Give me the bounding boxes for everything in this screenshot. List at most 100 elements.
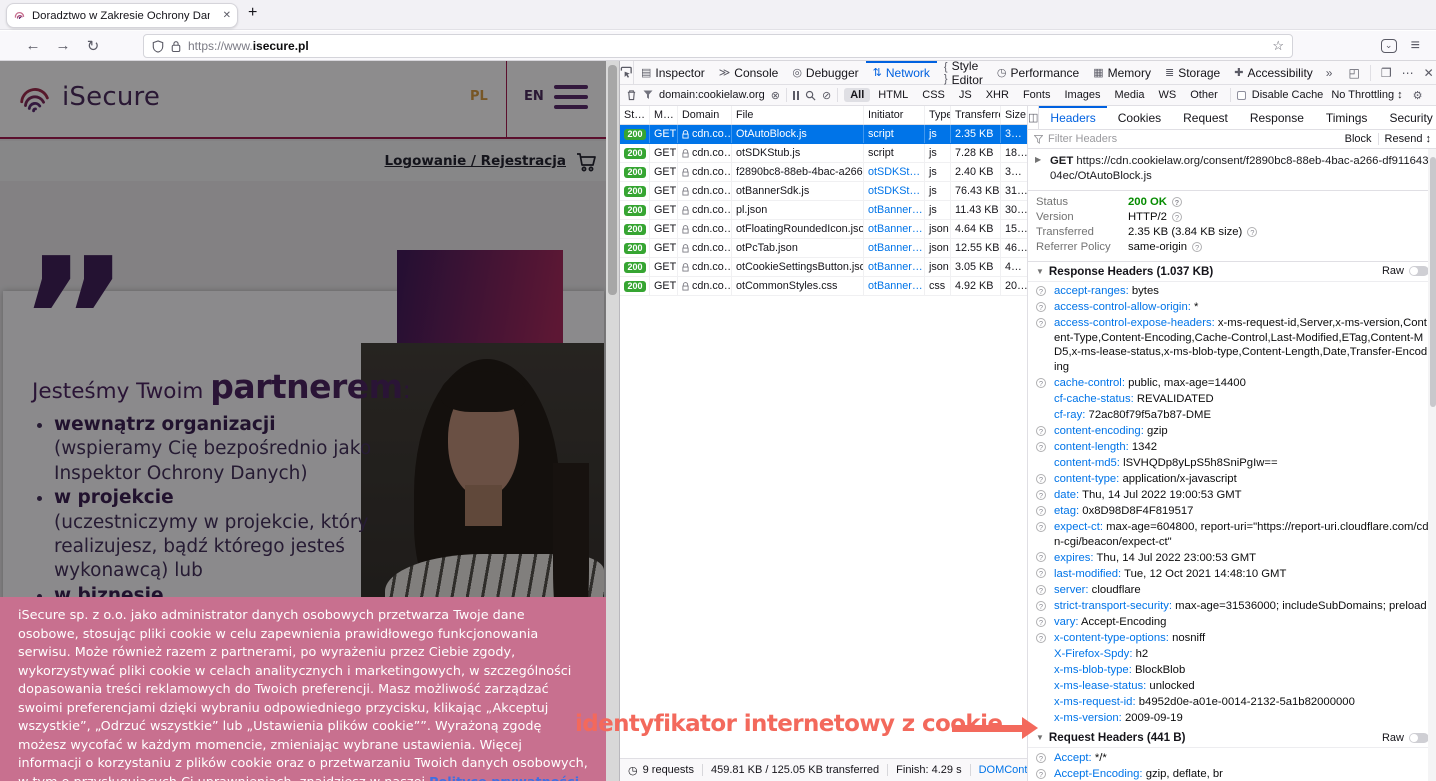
tab-debugger[interactable]: ◎Debugger [785, 61, 865, 84]
network-settings-gear-icon[interactable]: ⚙ [1413, 89, 1423, 102]
header-help-icon[interactable]: ? [1036, 426, 1046, 436]
raw-toggle[interactable] [1409, 266, 1429, 276]
privacy-policy-link[interactable]: Polityce prywatności [429, 775, 579, 781]
scrollbar-thumb[interactable] [608, 65, 617, 295]
header-help-icon[interactable]: ? [1036, 753, 1046, 763]
header-row[interactable]: ?X-Firefox-Spdyh2 [1028, 646, 1436, 662]
header-help-icon[interactable]: ? [1036, 474, 1046, 484]
header-help-icon[interactable]: ? [1036, 522, 1046, 532]
tab-accessibility[interactable]: ✚Accessibility [1227, 61, 1320, 84]
header-row[interactable]: ?expect-ctmax-age=604800, report-uri="ht… [1028, 519, 1436, 550]
tab-network[interactable]: ⇅Network [866, 61, 937, 84]
pocket-icon[interactable]: ⌄ [1381, 39, 1397, 53]
tab-console[interactable]: ≫Console [712, 61, 786, 84]
request-row[interactable]: 200 GET cdn.co… OtAutoBlock.js script js… [620, 125, 1027, 144]
header-row[interactable]: ?varyAccept-Encoding [1028, 614, 1436, 630]
browser-tab[interactable]: Doradztwo w Zakresie Ochrony Dany ✕ [6, 3, 238, 28]
new-tab-button[interactable]: + [248, 4, 257, 22]
header-row[interactable]: ?etag0x8D98D8F4F819517 [1028, 503, 1436, 519]
tab-memory[interactable]: ▦Memory [1086, 61, 1158, 84]
pick-element-icon[interactable] [620, 61, 634, 84]
filter-headers-input[interactable]: Filter Headers [1048, 133, 1117, 145]
header-row[interactable]: ?x-ms-lease-statusunlocked [1028, 678, 1436, 694]
header-row[interactable]: ?cf-cache-statusREVALIDATED [1028, 391, 1436, 407]
header-help-icon[interactable]: ? [1036, 585, 1046, 595]
header-row[interactable]: ?cf-ray72ac80f79f5a7b87-DME [1028, 407, 1436, 423]
header-row[interactable]: ?Accept-Encodinggzip, deflate, br [1028, 766, 1436, 781]
header-help-icon[interactable]: ? [1036, 506, 1046, 516]
filter-type-button[interactable]: Media [1109, 88, 1151, 102]
details-tab[interactable]: Request [1172, 106, 1239, 129]
header-row[interactable]: ?access-control-expose-headersx-ms-reque… [1028, 316, 1436, 375]
filter-type-button[interactable]: All [844, 88, 870, 102]
tab-inspector[interactable]: ▤Inspector [634, 61, 712, 84]
header-help-icon[interactable]: ? [1036, 378, 1046, 388]
url-bar[interactable]: https://www.isecure.pl ☆ [143, 34, 1293, 58]
clear-requests-icon[interactable] [626, 89, 637, 101]
header-row[interactable]: ?strict-transport-securitymax-age=315360… [1028, 598, 1436, 614]
header-help-icon[interactable]: ? [1036, 617, 1046, 627]
request-row[interactable]: 200 GET cdn.co… otPcTab.json otBanner… j… [620, 239, 1027, 258]
header-row[interactable]: ?expiresThu, 14 Jul 2022 23:00:53 GMT [1028, 550, 1436, 566]
help-icon[interactable]: ? [1247, 227, 1257, 237]
filter-type-button[interactable]: XHR [980, 88, 1015, 102]
forward-button[interactable]: → [48, 37, 78, 54]
request-table-header[interactable]: St… M… Domain File Initiator Type Transf… [620, 106, 1027, 125]
header-help-icon[interactable]: ? [1036, 286, 1046, 296]
header-help-icon[interactable]: ? [1036, 318, 1046, 328]
raw-toggle[interactable] [1409, 733, 1429, 743]
header-row[interactable]: ?access-control-allow-origin* [1028, 300, 1436, 316]
tab-style-editor[interactable]: { }Style Editor [937, 61, 990, 84]
help-icon[interactable]: ? [1172, 212, 1182, 222]
app-menu-icon[interactable]: ≡ [1411, 37, 1420, 55]
tab-close-icon[interactable]: ✕ [223, 10, 231, 21]
request-row[interactable]: 200 GET cdn.co… otBannerSdk.js otSDKSt… … [620, 182, 1027, 201]
scrollbar-thumb[interactable] [1430, 157, 1436, 407]
header-row[interactable]: ?content-md5lSVHQDp8yLpS5h8SniPgIw== [1028, 455, 1436, 471]
filter-type-button[interactable]: Fonts [1017, 88, 1057, 102]
header-help-icon[interactable]: ? [1036, 302, 1046, 312]
back-button[interactable]: ← [18, 37, 48, 54]
filter-type-button[interactable]: Images [1058, 88, 1106, 102]
request-row[interactable]: 200 GET cdn.co… otSDKStub.js script js 7… [620, 144, 1027, 163]
details-tab[interactable]: Headers [1039, 106, 1106, 129]
pause-traffic-icon[interactable] [793, 91, 799, 100]
disable-cache-label[interactable]: Disable Cache [1252, 89, 1324, 101]
help-icon[interactable]: ? [1192, 242, 1202, 252]
filter-type-button[interactable]: JS [953, 88, 978, 102]
header-help-icon[interactable]: ? [1036, 568, 1046, 578]
devtools-close-icon[interactable]: ✕ [1424, 66, 1434, 80]
header-row[interactable]: ?Accept*/* [1028, 750, 1436, 766]
request-row[interactable]: 200 GET cdn.co… pl.json otBanner… js 11.… [620, 201, 1027, 220]
request-row[interactable]: 200 GET cdn.co… otFloatingRoundedIcon.js… [620, 220, 1027, 239]
header-row[interactable]: ?content-length1342 [1028, 439, 1436, 455]
expand-icon[interactable]: ▶ [1035, 155, 1041, 166]
filter-type-button[interactable]: WS [1153, 88, 1183, 102]
header-help-icon[interactable]: ? [1036, 633, 1046, 643]
header-row[interactable]: ?servercloudflare [1028, 582, 1436, 598]
header-row[interactable]: ?content-typeapplication/x-javascript [1028, 471, 1436, 487]
tab-storage[interactable]: ≣Storage [1158, 61, 1227, 84]
more-tabs-icon[interactable]: » [1320, 61, 1339, 84]
bookmark-star-icon[interactable]: ☆ [1272, 38, 1284, 54]
separate-window-icon[interactable]: ❐ [1381, 66, 1392, 80]
header-row[interactable]: ?x-ms-request-idb4952d0e-a01e-0014-2132-… [1028, 694, 1436, 710]
resend-button[interactable]: Resend ↕ [1385, 133, 1431, 145]
request-row[interactable]: 200 GET cdn.co… otCookieSettingsButton.j… [620, 258, 1027, 277]
header-help-icon[interactable]: ? [1036, 552, 1046, 562]
tab-performance[interactable]: ◷Performance [990, 61, 1086, 84]
filter-input[interactable]: domain:cookielaw.org [659, 89, 765, 101]
lock-icon[interactable] [171, 40, 181, 53]
throttling-select[interactable]: No Throttling ↕ [1331, 89, 1402, 101]
request-row[interactable]: 200 GET cdn.co… f2890bc8-88eb-4bac-a266-… [620, 163, 1027, 182]
header-row[interactable]: ?content-encodinggzip [1028, 423, 1436, 439]
disable-cache-checkbox[interactable] [1237, 91, 1246, 100]
request-row[interactable]: 200 GET cdn.co… otCommonStyles.css otBan… [620, 277, 1027, 296]
request-url-summary[interactable]: ▶ GET https://cdn.cookielaw.org/consent/… [1028, 149, 1436, 191]
header-help-icon[interactable]: ? [1036, 490, 1046, 500]
collapse-icon[interactable]: ▼ [1036, 267, 1044, 276]
response-headers-section[interactable]: ▼ Response Headers (1.037 KB) Raw [1028, 262, 1436, 282]
header-row[interactable]: ?last-modifiedTue, 12 Oct 2021 14:48:10 … [1028, 566, 1436, 582]
header-help-icon[interactable]: ? [1036, 601, 1046, 611]
header-help-icon[interactable]: ? [1036, 442, 1046, 452]
